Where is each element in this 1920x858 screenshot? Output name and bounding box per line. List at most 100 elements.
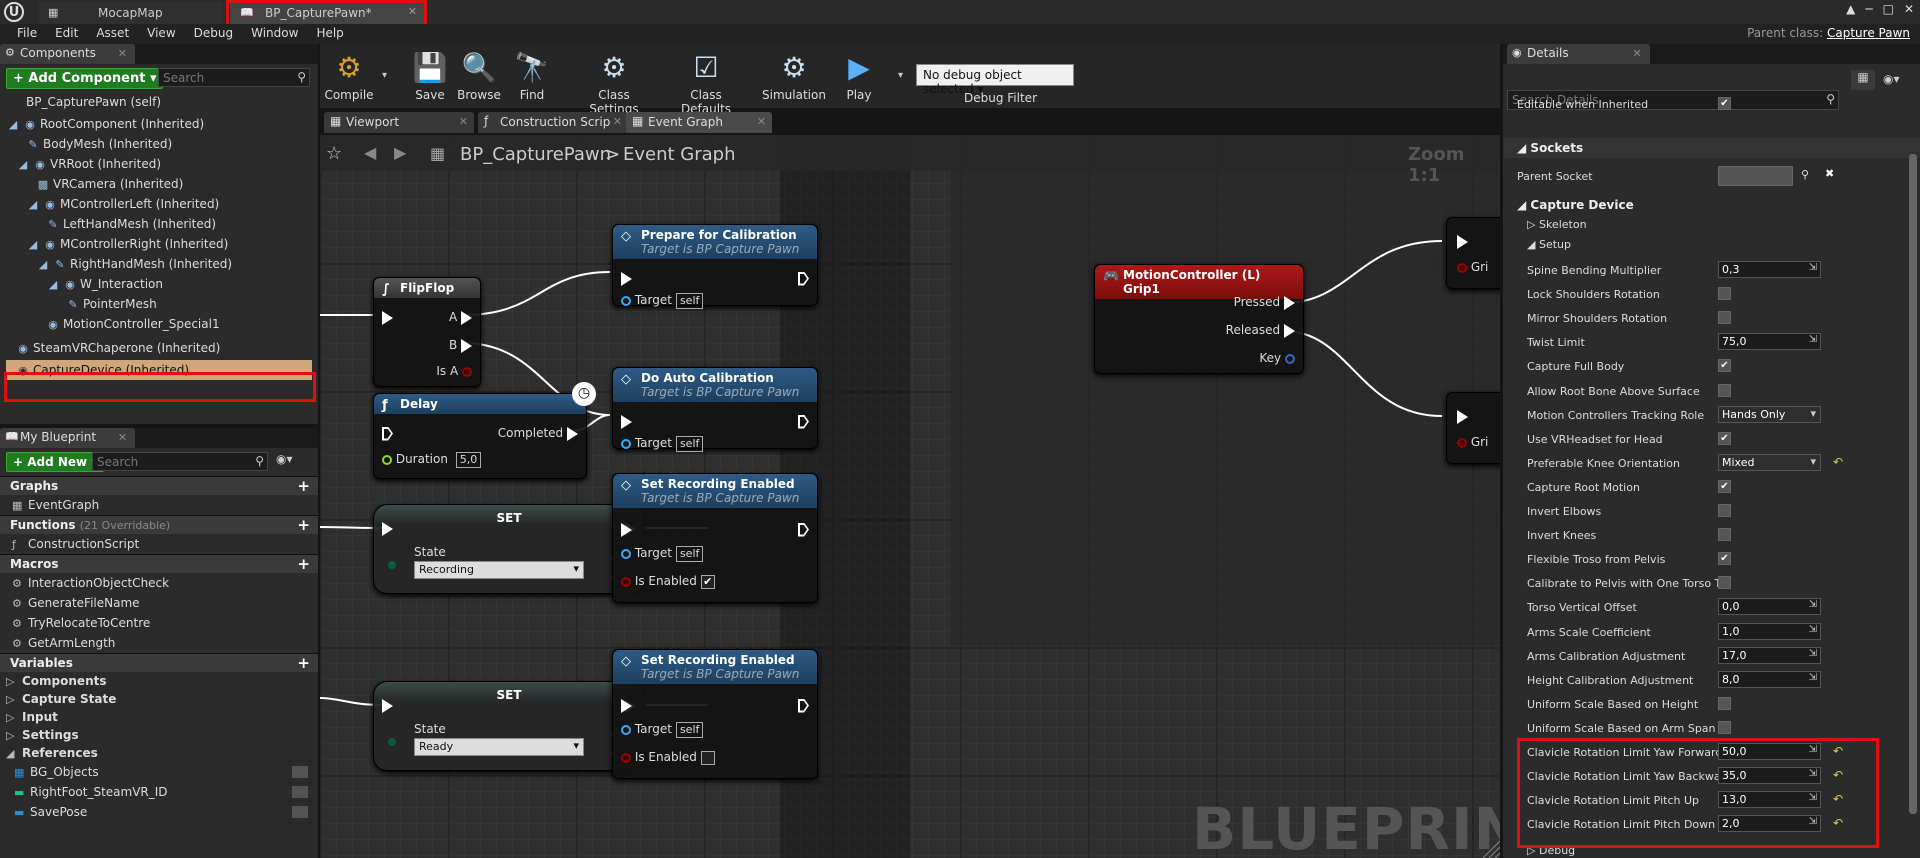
tree-item[interactable]: ◢ ◉ VRRoot (Inherited) — [0, 154, 318, 174]
add-graph-icon[interactable]: + — [297, 477, 310, 495]
function-item[interactable]: ƒ ConstructionScript — [0, 534, 318, 554]
forward-arrow-icon[interactable]: ▶ — [394, 143, 406, 162]
flipflop-node[interactable]: ∫ FlipFlop A B Is A — [373, 277, 481, 387]
variable-category[interactable]: ▷ Capture State — [0, 690, 318, 708]
visibility-eye-icon[interactable] — [292, 786, 308, 798]
setup-category[interactable]: ◢ Setup — [1503, 235, 1913, 254]
exec-in-pin[interactable] — [1457, 409, 1468, 424]
is-enabled-pin[interactable]: Is Enabled — [621, 750, 715, 765]
exec-in-pin[interactable] — [382, 521, 393, 536]
checkbox[interactable] — [1718, 528, 1731, 542]
target-pin[interactable]: Target self — [621, 546, 704, 562]
set-recording-enabled-node[interactable]: ◇ Set Recording Enabled Target is BP Captu… — [612, 473, 818, 603]
is-enabled-checkbox[interactable]: ✔ — [700, 574, 715, 589]
tree-item[interactable]: ▩ VRCamera (Inherited) — [0, 174, 318, 194]
exec-in-pin[interactable] — [1457, 234, 1468, 249]
expanded-arrow-icon[interactable]: ◢ — [6, 745, 20, 763]
close-icon[interactable]: ✕ — [613, 115, 622, 128]
reset-to-default-icon[interactable]: ↶ — [1833, 455, 1843, 469]
variables-section[interactable]: Variables + — [0, 653, 318, 672]
offscreen-node[interactable]: Gri — [1446, 392, 1500, 464]
checkbox[interactable] — [1718, 696, 1731, 710]
expand-arrow-icon[interactable]: ◢ — [26, 195, 40, 215]
components-tab[interactable]: ⚙ Components ✕ — [0, 44, 135, 64]
checkbox[interactable]: ✔ — [1718, 552, 1731, 566]
close-icon[interactable]: ✕ — [118, 431, 127, 444]
debug-object-select[interactable]: No debug object selected ▾ — [916, 64, 1074, 96]
number-field[interactable]: 13,0 — [1718, 791, 1821, 809]
checkbox[interactable] — [1718, 576, 1731, 590]
offscreen-pin[interactable]: Gri — [1457, 435, 1488, 449]
variable-category[interactable]: ▷ Input — [0, 708, 318, 726]
clear-icon[interactable]: ✖ — [1825, 167, 1834, 180]
auto-calibration-node[interactable]: ◇ Do Auto Calibration Target is BP Capture… — [612, 367, 818, 452]
key-pin[interactable]: Key — [1259, 351, 1295, 365]
components-search-input[interactable]: Search ⚲ — [158, 68, 310, 87]
compile-options-icon[interactable]: ▾ — [382, 70, 387, 81]
source-control-icon[interactable]: ▲ — [1846, 2, 1855, 16]
set-recording-enabled-node[interactable]: ◇ Set Recording Enabled Target is BP Captu… — [612, 649, 818, 779]
collapsed-arrow-icon[interactable]: ▷ — [6, 691, 20, 709]
close-icon[interactable]: ✕ — [408, 5, 417, 18]
pressed-pin[interactable]: Pressed — [1234, 295, 1295, 310]
macro-item[interactable]: ⚙ InteractionObjectCheck — [0, 573, 318, 593]
editable-checkbox[interactable]: ✔ — [1718, 97, 1731, 110]
variable-item[interactable]: ▬ RightFoot_SteamVR_ID — [0, 782, 318, 802]
macro-item[interactable]: ⚙ TryRelocateToCentre — [0, 613, 318, 633]
number-field[interactable]: 0,0 — [1718, 598, 1821, 616]
expand-arrow-icon[interactable]: ◢ — [46, 275, 60, 295]
exec-out-pin[interactable] — [798, 522, 809, 537]
class-defaults-button[interactable]: ☑ Class Defaults — [664, 48, 748, 116]
macro-item[interactable]: ⚙ GetArmLength — [0, 633, 318, 653]
breadcrumb-root[interactable]: BP_CapturePawn — [460, 144, 611, 165]
duration-value[interactable]: 5,0 — [455, 452, 482, 468]
menu-help[interactable]: Help — [307, 24, 352, 44]
tab-mocapmap[interactable]: ▦ MocapMap — [38, 1, 223, 24]
duration-pin[interactable]: Duration 5,0 — [382, 452, 482, 468]
play-button[interactable]: ▶ Play — [838, 48, 880, 102]
target-pin[interactable]: Target self — [621, 722, 704, 738]
unreal-logo-icon[interactable]: U — [4, 2, 24, 22]
parent-socket-field[interactable] — [1718, 166, 1793, 186]
tree-item[interactable]: ◢ ✎ RightHandMesh (Inherited) — [0, 254, 318, 274]
number-field[interactable]: 35,0 — [1718, 767, 1821, 785]
collapsed-arrow-icon[interactable]: ▷ — [6, 727, 20, 745]
macro-item[interactable]: ⚙ GenerateFileName — [0, 593, 318, 613]
exec-in-pin[interactable] — [621, 271, 632, 286]
add-function-icon[interactable]: + — [297, 516, 310, 534]
checkbox[interactable] — [1718, 720, 1731, 734]
parent-class-link[interactable]: Capture Pawn — [1827, 26, 1910, 40]
released-pin[interactable]: Released — [1226, 323, 1295, 338]
variable-category[interactable]: ◢ References — [0, 744, 318, 762]
collapsed-arrow-icon[interactable]: ▷ — [6, 709, 20, 727]
compile-button[interactable]: ⚙ Compile — [324, 48, 374, 102]
browse-button[interactable]: 🔍 Browse — [454, 48, 504, 102]
exec-out-pin[interactable] — [798, 271, 809, 286]
visibility-eye-icon[interactable] — [292, 806, 308, 818]
checkbox[interactable]: ✔ — [1718, 359, 1731, 373]
class-settings-button[interactable]: ⚙ Class Settings — [572, 48, 656, 116]
tab-bp-capturepawn[interactable]: 📖 BP_CapturePawn* ✕ — [230, 1, 425, 24]
add-macro-icon[interactable]: + — [297, 555, 310, 573]
number-field[interactable]: 50,0 — [1718, 743, 1821, 760]
a-pin[interactable]: A — [449, 310, 472, 325]
close-window-icon[interactable]: ✕ — [1904, 2, 1914, 16]
number-field[interactable]: 17,0 — [1718, 646, 1821, 664]
checkbox[interactable] — [1718, 383, 1731, 397]
close-icon[interactable]: ✕ — [118, 47, 127, 60]
add-new-button[interactable]: + Add New ▾ — [6, 452, 105, 472]
number-field[interactable]: 2,0 — [1718, 815, 1821, 833]
motion-controller-grip-node[interactable]: 🎮 MotionController (L) Grip1 Pressed Rele… — [1094, 264, 1304, 374]
details-tab[interactable]: ◉ Details ✕ — [1507, 44, 1650, 64]
find-button[interactable]: 🔭 Find — [510, 48, 554, 102]
is-a-pin[interactable]: Is A — [436, 364, 472, 378]
number-field[interactable]: 8,0 — [1718, 670, 1821, 688]
collapsed-arrow-icon[interactable]: ▷ — [6, 673, 20, 691]
offscreen-node[interactable]: Gri — [1446, 217, 1500, 289]
menu-edit[interactable]: Edit — [46, 24, 87, 44]
tree-item-self[interactable]: BP_CapturePawn (self) — [0, 92, 318, 112]
tree-item[interactable]: ◉ MotionController_Special1 — [0, 314, 318, 334]
tree-item[interactable]: ◢ ◉ MControllerLeft (Inherited) — [0, 194, 318, 214]
view-options-icon[interactable]: ◉▾ — [1883, 72, 1900, 86]
back-arrow-icon[interactable]: ◀ — [364, 143, 376, 162]
